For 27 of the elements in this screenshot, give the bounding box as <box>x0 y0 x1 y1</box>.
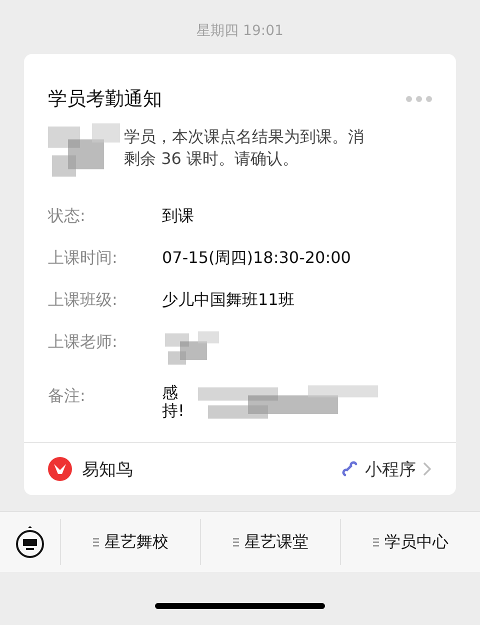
field-label: 状态: <box>48 205 86 227</box>
card-title: 学员考勤通知 <box>48 87 162 112</box>
menu-item[interactable]: 学员中心 <box>340 519 480 565</box>
message-text: 学员，本次课点名结果为到课。消 <box>124 126 364 148</box>
chevron-right-icon[interactable] <box>422 461 432 477</box>
keyboard-icon[interactable] <box>15 525 45 559</box>
link-icon <box>341 460 359 478</box>
field-label: 上课时间: <box>48 247 118 269</box>
message-text: 剩余 36 课时。请确认。 <box>124 148 300 170</box>
menu-item[interactable]: 星艺课堂 <box>200 519 340 565</box>
menu-item[interactable]: 星艺舞校 <box>60 519 200 565</box>
menu-lines-icon <box>92 538 98 546</box>
bird-logo-icon <box>48 457 72 481</box>
menu-lines-icon <box>232 538 238 546</box>
timestamp: 星期四 19:01 <box>196 22 284 40</box>
field-value: 07-15(周四)18:30-20:00 <box>162 247 351 269</box>
field-value: 感 <box>162 384 179 402</box>
more-icon[interactable] <box>406 96 432 102</box>
mini-program-link[interactable]: 小程序 <box>365 458 416 480</box>
field-label: 备注: <box>48 385 86 407</box>
field-value: 到课 <box>162 205 194 227</box>
field-label: 上课老师: <box>48 331 118 353</box>
field-label: 上课班级: <box>48 289 118 311</box>
field-value: 持! <box>162 402 184 420</box>
field-value: 少儿中国舞班11班 <box>162 289 294 311</box>
menu-lines-icon <box>372 538 378 546</box>
source-name: 易知鸟 <box>82 458 133 480</box>
